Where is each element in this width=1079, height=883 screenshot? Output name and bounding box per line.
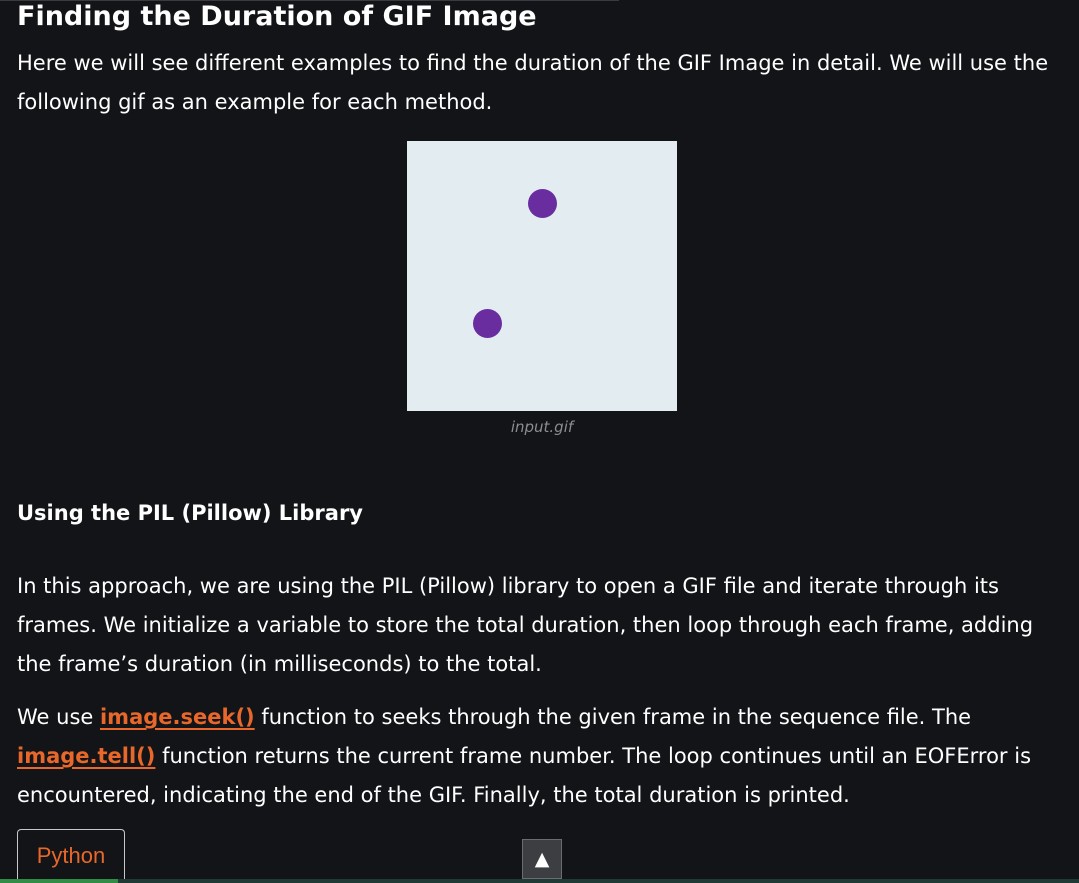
purple-dot-icon <box>473 309 502 338</box>
gif-image <box>407 141 677 411</box>
usage-text-suffix: function returns the current frame numbe… <box>17 744 1032 807</box>
usage-text-middle: function to seeks through the given fram… <box>254 705 972 729</box>
triangle-up-icon: ▲ <box>534 848 550 870</box>
page: Finding the Duration of GIF Image Here w… <box>0 0 1079 883</box>
image-tell-link[interactable]: image.tell() <box>17 744 155 768</box>
section-heading: Using the PIL (Pillow) Library <box>17 501 363 525</box>
approach-paragraph: In this approach, we are using the PIL (… <box>17 574 1034 676</box>
gif-figure: input.gif <box>407 141 677 436</box>
article-title: Finding the Duration of GIF Image <box>17 1 537 32</box>
usage-text-prefix: We use <box>17 705 100 729</box>
scroll-to-top-button[interactable]: ▲ <box>522 839 562 879</box>
purple-dot-icon <box>528 189 557 218</box>
figure-caption: input.gif <box>510 418 574 436</box>
bottom-bar <box>0 879 1079 883</box>
usage-paragraph: We use image.seek() function to seeks th… <box>17 698 1072 815</box>
bottom-bar-accent <box>0 879 118 883</box>
intro-paragraph: Here we will see different examples to f… <box>17 51 1049 114</box>
tab-python[interactable]: Python <box>17 829 125 883</box>
image-seek-link[interactable]: image.seek() <box>100 705 255 729</box>
